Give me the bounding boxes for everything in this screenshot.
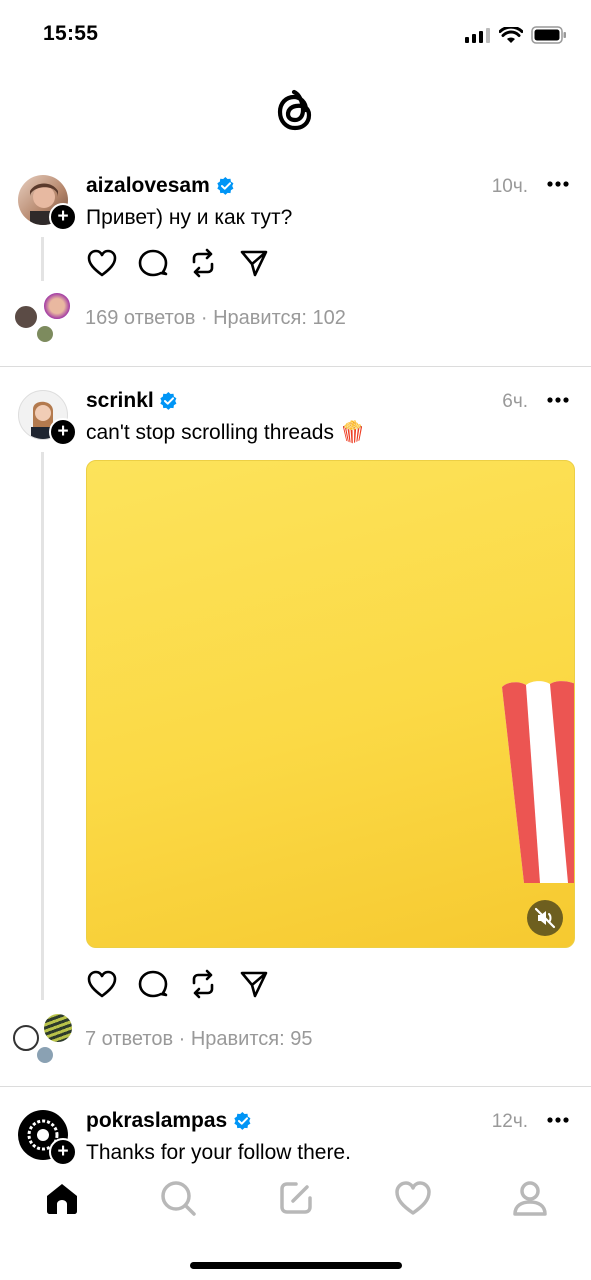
thread-line xyxy=(41,452,44,1000)
replier-avatar xyxy=(35,1045,55,1065)
post-divider xyxy=(0,366,591,367)
replier-avatar xyxy=(13,304,39,330)
like-heart-icon[interactable] xyxy=(86,247,118,279)
more-dots-icon[interactable] xyxy=(547,1117,569,1123)
share-send-icon[interactable] xyxy=(238,968,270,1000)
post-stats[interactable]: 169 ответов · Нравится: 102 xyxy=(85,307,346,330)
compose-icon[interactable] xyxy=(276,1178,316,1218)
share-send-icon[interactable] xyxy=(238,247,270,279)
more-dots-icon[interactable] xyxy=(547,181,569,187)
reply-comment-icon[interactable] xyxy=(137,247,169,279)
post-time: 6ч. xyxy=(502,391,528,412)
profile-icon[interactable] xyxy=(510,1178,550,1218)
post-text: can't stop scrolling threads 🍿 xyxy=(86,421,366,444)
verified-badge-icon xyxy=(160,392,177,410)
speaker-muted-icon xyxy=(534,907,556,929)
follow-plus-icon[interactable]: + xyxy=(49,203,77,231)
replier-avatar xyxy=(42,1012,74,1044)
follow-plus-icon[interactable]: + xyxy=(49,1138,77,1164)
repost-icon[interactable] xyxy=(187,247,219,279)
popcorn-box-graphic xyxy=(502,681,574,883)
status-time: 15:55 xyxy=(43,22,99,45)
status-icons xyxy=(465,26,567,44)
search-icon[interactable] xyxy=(158,1178,198,1218)
wifi-icon xyxy=(499,26,523,43)
bottom-nav xyxy=(0,1168,591,1228)
follow-plus-icon[interactable]: + xyxy=(49,418,77,446)
battery-icon xyxy=(531,26,566,44)
home-indicator[interactable] xyxy=(190,1262,402,1269)
verified-badge-icon xyxy=(217,177,234,195)
verified-badge-icon xyxy=(234,1112,251,1130)
post-time: 12ч. xyxy=(491,1111,528,1132)
username[interactable]: scrinkl xyxy=(86,389,154,413)
threads-logo-icon[interactable] xyxy=(272,86,318,136)
post-text: Привет) ну и как тут? xyxy=(86,206,293,229)
replier-avatar xyxy=(42,291,72,321)
replier-avatar xyxy=(13,1025,39,1051)
post-pokraslampas: + pokraslampas 12ч. Thanks for your foll… xyxy=(0,1088,591,1164)
post-stats[interactable]: 7 ответов · Нравится: 95 xyxy=(85,1028,312,1051)
post-video[interactable] xyxy=(86,460,575,948)
reply-comment-icon[interactable] xyxy=(137,968,169,1000)
username[interactable]: pokraslampas xyxy=(86,1109,227,1133)
post-time: 10ч. xyxy=(491,176,528,197)
username[interactable]: aizalovesam xyxy=(86,174,210,198)
thread-line xyxy=(41,237,44,281)
like-heart-icon[interactable] xyxy=(86,968,118,1000)
post-divider xyxy=(0,1086,591,1087)
status-bar: 15:55 xyxy=(0,0,591,70)
more-dots-icon[interactable] xyxy=(547,397,569,403)
repost-icon[interactable] xyxy=(187,968,219,1000)
heart-icon[interactable] xyxy=(393,1178,433,1218)
mute-button[interactable] xyxy=(527,900,563,936)
cellular-signal-icon xyxy=(465,28,490,43)
replier-avatar xyxy=(35,324,55,344)
post-text: Thanks for your follow there. xyxy=(86,1141,351,1164)
home-icon[interactable] xyxy=(42,1178,82,1218)
